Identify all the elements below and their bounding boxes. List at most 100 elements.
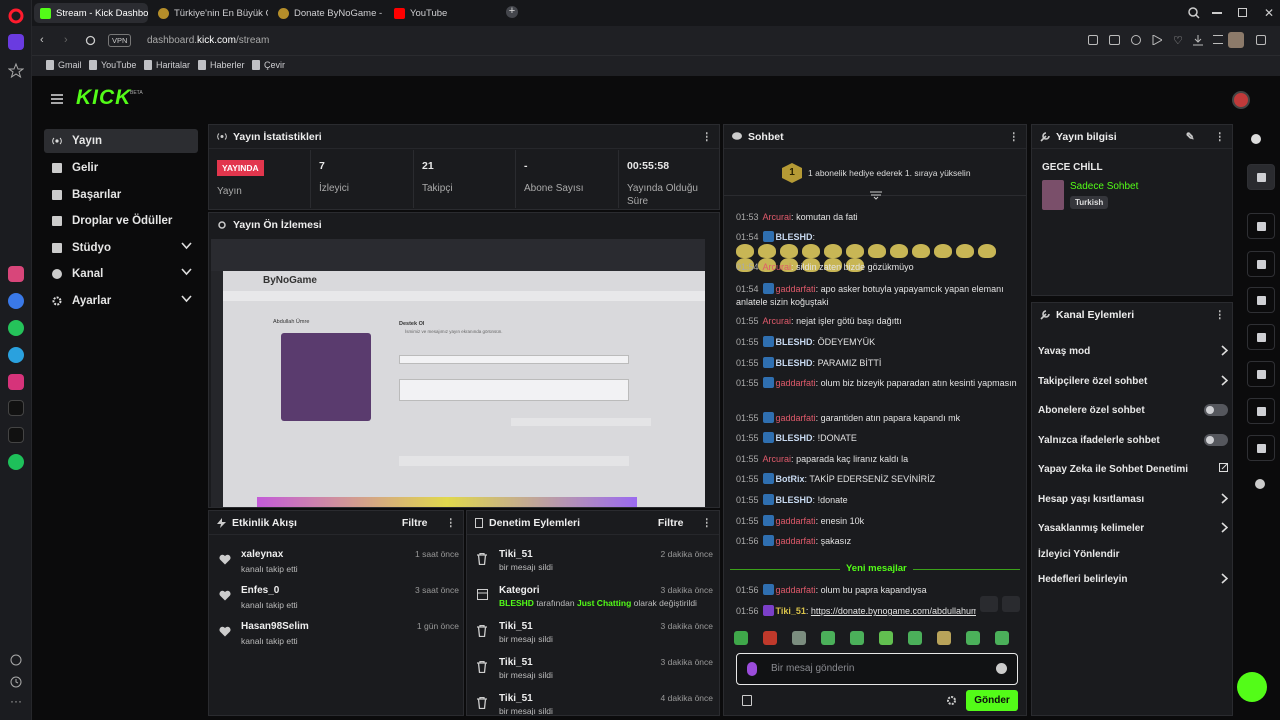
bookmark-haritalar[interactable]: Haritalar (144, 60, 190, 70)
more-options-icon[interactable]: ⋮ (1215, 309, 1225, 321)
play-icon[interactable] (1152, 35, 1162, 45)
bookmark-youtube[interactable]: YouTube (89, 60, 136, 70)
broadcast-icon[interactable] (1247, 361, 1275, 387)
chat-username[interactable]: BLESHD (776, 337, 813, 347)
chat-username[interactable]: gaddarfati (776, 585, 816, 595)
emote-icon[interactable] (821, 631, 835, 645)
aria-icon[interactable] (8, 266, 24, 282)
chat-message[interactable]: 01:55 BLESHD: ÖDEYEMYÜK (736, 336, 1018, 349)
emote-icon[interactable] (908, 631, 922, 645)
heart-icon[interactable] (8, 652, 24, 668)
profile-avatar[interactable] (1228, 32, 1244, 48)
emoji-icon[interactable] (996, 663, 1007, 674)
heart-icon[interactable]: ♡ (1173, 34, 1183, 47)
shield-icon[interactable] (1131, 35, 1141, 45)
category-link[interactable]: Sadece Sohbet (1070, 181, 1138, 192)
channel-action-item[interactable]: Yalnızca ifadelerle sohbet (1038, 429, 1228, 451)
activity-filter-button[interactable]: Filtre (402, 517, 428, 529)
gear-icon[interactable] (946, 695, 957, 706)
preview-video[interactable]: ByNoGame Abdullah Ümre Destek Ol İsmimiz… (211, 239, 705, 507)
chat-message[interactable]: 01:56 gaddarfati: olum bu papra kapandıys… (736, 584, 976, 597)
chat-username[interactable]: gaddarfati (776, 536, 816, 546)
emote-icon[interactable] (763, 631, 777, 645)
tab-kick-dashboard[interactable]: Stream - Kick Dashboard (34, 3, 148, 23)
channel-action-item[interactable]: Takipçilere özel sohbet (1038, 370, 1228, 392)
nav-basarilar[interactable]: Başarılar (44, 183, 198, 207)
chat-username[interactable]: gaddarfati (776, 413, 816, 423)
chat-username[interactable]: BLESHD (776, 232, 813, 242)
channel-action-item[interactable]: Yapay Zeka ile Sohbet Denetimi (1038, 458, 1228, 480)
emote-icon[interactable] (937, 631, 951, 645)
nav-droplar[interactable]: Droplar ve Ödüller (44, 209, 198, 233)
url-field[interactable]: dashboard.kick.com/stream (147, 35, 269, 46)
tab-youtube[interactable]: YouTube (388, 3, 458, 23)
chat-text[interactable]: https://donate.bynogame.com/abdullahumre (811, 606, 976, 616)
emote-icon[interactable] (792, 631, 806, 645)
chat-username[interactable]: BLESHD (776, 495, 813, 505)
chat-username[interactable]: Tiki_51 (776, 606, 806, 616)
spotify-icon[interactable] (8, 454, 24, 470)
nav-studyo[interactable]: Stüdyo (44, 236, 198, 260)
tab-turkiye[interactable]: Türkiye'nin En Büyük Oyun (152, 3, 268, 23)
apps-icon[interactable] (1255, 479, 1265, 489)
gift-icon[interactable] (742, 695, 752, 706)
chat-message[interactable]: 01:55 BLESHD: !DONATE (736, 432, 1018, 445)
maximize-button[interactable] (1238, 8, 1247, 17)
forward-icon[interactable]: › (64, 34, 68, 46)
messenger-icon[interactable] (8, 293, 24, 309)
chat-message[interactable]: 01:56 Tiki_51: https://donate.bynogame.co… (736, 605, 976, 618)
menu-icon[interactable] (1213, 35, 1223, 44)
home-icon[interactable] (8, 34, 24, 50)
chat-username[interactable]: BLESHD (776, 358, 813, 368)
chat-input[interactable]: Bir mesaj gönderin (736, 653, 1018, 685)
toggle-switch[interactable] (1204, 404, 1228, 416)
telegram-icon[interactable] (8, 347, 24, 363)
more-options-icon[interactable]: ⋮ (1009, 131, 1019, 143)
close-window-button[interactable]: ✕ (1264, 6, 1274, 20)
moderation-filter-button[interactable]: Filtre (658, 517, 684, 529)
bolt-icon[interactable] (1247, 251, 1275, 277)
chat-username[interactable]: gaddarfati (776, 378, 816, 388)
chat-message[interactable]: 01:55 Arcurai: nejat işler götü başı dağı… (736, 315, 1018, 328)
bookmark-gmail[interactable]: Gmail (46, 60, 82, 70)
chat-message[interactable]: 01:55 BotRix: TAKİP EDERSENİZ SEVİNİRİZ (736, 473, 1018, 486)
chat-message[interactable]: 01:54 gaddarfati: apo asker botuyla yapay… (736, 283, 1018, 309)
pin-message-button[interactable] (980, 596, 998, 612)
more-options-icon[interactable]: ⋮ (702, 131, 712, 143)
support-chat-button[interactable] (1237, 672, 1267, 702)
more-icon[interactable]: ··· (8, 695, 24, 712)
tab-donate-bynogame[interactable]: Donate ByNoGame - Abd (272, 3, 384, 23)
minimize-button[interactable] (1212, 12, 1222, 14)
delete-message-button[interactable] (1002, 596, 1020, 612)
download-icon[interactable] (1193, 35, 1203, 46)
nav-kanal[interactable]: Kanal (44, 262, 198, 286)
chat-username[interactable]: Arcurai (763, 262, 792, 272)
bookmark-cevir[interactable]: Çevir (252, 60, 285, 70)
instagram-icon[interactable] (8, 374, 24, 390)
user-avatar[interactable] (1232, 91, 1250, 109)
chat-username[interactable]: BLESHD (776, 433, 813, 443)
emote-icon[interactable] (879, 631, 893, 645)
channel-action-item[interactable]: Abonelere özel sohbet (1038, 399, 1228, 421)
wrench-icon[interactable] (1247, 435, 1275, 461)
extensions-icon[interactable] (1256, 35, 1266, 45)
chat-username[interactable]: Arcurai (763, 212, 792, 222)
edit-icon[interactable] (1247, 164, 1275, 190)
nav-yayin[interactable]: Yayın (44, 129, 198, 153)
chat-message[interactable]: 01:55 Arcurai: paparada kaç liranız kaldı… (736, 453, 1018, 466)
collapse-icon[interactable] (870, 191, 882, 200)
camera-icon[interactable] (1109, 35, 1120, 45)
nav-ayarlar[interactable]: Ayarlar (44, 289, 198, 313)
chat-message[interactable]: 01:53 Arcurai: komutan da fati (736, 211, 1018, 224)
chat-message[interactable]: 01:56 gaddarfati: şakasız (736, 535, 1018, 548)
more-options-icon[interactable]: ⋮ (702, 517, 712, 529)
gift-leaderboard-text[interactable]: 1 abonelik hediye ederek 1. sıraya yükse… (808, 168, 971, 178)
chat-username[interactable]: gaddarfati (776, 284, 816, 294)
more-options-icon[interactable]: ⋮ (446, 517, 456, 529)
channel-action-item[interactable]: İzleyici Yönlendir (1038, 543, 1228, 565)
x-icon[interactable] (8, 427, 24, 443)
edit-page-icon[interactable] (1088, 35, 1098, 45)
search-tabs-icon[interactable] (1188, 7, 1200, 19)
info-icon[interactable] (1251, 134, 1261, 144)
channel-action-item[interactable]: Yavaş mod (1038, 340, 1228, 362)
